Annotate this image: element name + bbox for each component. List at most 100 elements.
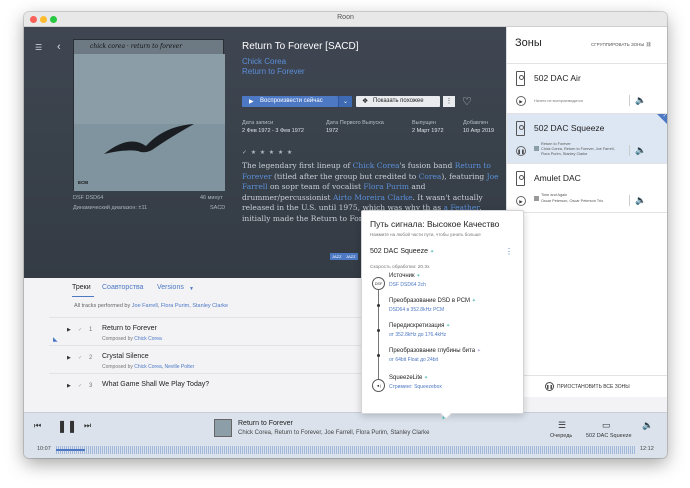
more-options-button[interactable]: ⋮ xyxy=(443,96,455,107)
track-name[interactable]: What Game Shall We Play Today? xyxy=(102,381,209,388)
play-icon[interactable]: ▶ xyxy=(516,196,526,206)
review-text: (titled after the group but credited to xyxy=(273,171,417,181)
active-tab-indicator xyxy=(72,296,94,297)
signal-zone-name: 502 DAC Squeeze xyxy=(370,248,428,255)
album-source: SACD xyxy=(210,205,226,211)
composer-link[interactable]: Chick Corea, Neville Potter xyxy=(134,364,194,370)
quality-star-icon: ✦ xyxy=(476,348,481,354)
review-link[interactable]: Chick Corea xyxy=(353,161,400,170)
similar-icon: ❖ xyxy=(362,98,369,105)
signal-step-value[interactable]: от 352.8kHz до 176.4kHz xyxy=(389,332,446,338)
title-bar: Roon xyxy=(24,12,667,27)
pause-icon[interactable]: ❚❚ xyxy=(57,419,77,433)
now-playing-cover[interactable] xyxy=(214,419,232,437)
performed-by-label: All tracks performed by xyxy=(74,303,131,309)
volume-icon[interactable]: 🔈 xyxy=(635,195,646,206)
genre-tag[interactable]: JAZZ xyxy=(344,253,358,260)
step-label: Передискретизация xyxy=(389,323,445,329)
link-icon: ⛓ xyxy=(645,42,652,47)
waveform-seekbar[interactable] xyxy=(56,446,636,454)
play-track-icon[interactable]: ▶ xyxy=(67,383,71,389)
added-label: Добавлен xyxy=(463,120,489,126)
total-time: 12:12 xyxy=(640,446,654,452)
pause-all-zones-button[interactable]: ❚❚ ПРИОСТАНОВИТЬ ВСЕ ЗОНЫ xyxy=(507,375,667,397)
tab-credits[interactable]: Соавторства xyxy=(102,284,144,291)
more-vertical-icon[interactable]: ⋮ xyxy=(505,247,513,256)
divider xyxy=(629,195,630,206)
pause-icon[interactable]: ❚❚ xyxy=(516,146,526,156)
composer-link[interactable]: Chick Corea xyxy=(134,336,162,342)
speaker-device-icon xyxy=(516,171,525,186)
track-name[interactable]: Return to Forever xyxy=(102,325,157,332)
dynamic-range: Динамический диапазон: ±11 xyxy=(73,205,148,211)
zone-502-dac-air[interactable]: 502 DAC Air ▶ Ничего не воспроизводится … xyxy=(507,63,667,113)
active-zone-label[interactable]: 502 DAC Squeeze xyxy=(586,433,632,439)
review-link[interactable]: Airto Moreira xyxy=(333,193,385,202)
quality-star-icon: ✦ xyxy=(446,323,451,329)
signal-step-name[interactable]: Передискретизация ✦ xyxy=(389,323,450,329)
review-link[interactable]: Flora Purim xyxy=(363,182,409,191)
step-label: Преобразование глубины бита xyxy=(389,348,476,354)
player-bar: ⏮ ❚❚ ⏭ Return to Forever Chick Corea, Re… xyxy=(24,412,667,458)
next-track-icon[interactable]: ⏭ xyxy=(84,421,91,431)
track-name[interactable]: Crystal Silence xyxy=(102,353,149,360)
show-similar-button[interactable]: ❖ Показать похожее xyxy=(356,96,440,107)
signal-step-name[interactable]: Преобразование глубины бита ✦ xyxy=(389,348,481,354)
review-text: 's fusion band xyxy=(399,161,453,170)
play-track-icon[interactable]: ▶ xyxy=(67,327,71,333)
zone-name: Amulet DAC xyxy=(534,173,581,183)
show-similar-label: Показать похожее xyxy=(373,98,424,104)
signal-step-value[interactable]: Стриминг: Squeezebox xyxy=(389,384,442,390)
signal-path-star-icon[interactable]: ✦ xyxy=(441,415,446,422)
tab-tracks[interactable]: Треки xyxy=(72,284,91,291)
play-track-icon[interactable]: ▶ xyxy=(67,355,71,361)
favorite-heart-icon[interactable]: ♡ xyxy=(462,95,472,108)
volume-icon[interactable]: 🔈 xyxy=(642,420,653,431)
recording-date-label: Дата записи xyxy=(242,120,274,126)
review-link[interactable]: Corea xyxy=(419,172,442,181)
added-value: 10 Апр 2019 xyxy=(463,128,495,134)
zone-502-dac-squeeze[interactable]: ✓ 502 DAC Squeeze ❚❚ Return to Forever C… xyxy=(507,113,667,163)
composer-label: Composed by xyxy=(102,336,133,342)
signal-line xyxy=(378,283,379,391)
performer-link[interactable]: Joe Farrell xyxy=(132,303,158,309)
review-text: team of vocalist xyxy=(300,182,362,191)
divider xyxy=(629,145,630,156)
play-options-dropdown[interactable]: ⌄ xyxy=(338,96,352,107)
performer-link[interactable]: Flora Purim xyxy=(161,303,189,309)
play-now-label: Воспроизвести сейчас xyxy=(260,98,323,104)
review-link[interactable]: Clarke xyxy=(387,193,412,202)
checkmark-icon: ✓ xyxy=(662,113,667,119)
zone-amulet-dac[interactable]: Amulet DAC ▶ Time and Again Oscar Peters… xyxy=(507,163,667,213)
volume-icon[interactable]: 🔈 xyxy=(635,95,646,106)
album-artist2-link[interactable]: Return to Forever xyxy=(242,67,305,76)
previous-track-icon[interactable]: ⏮ xyxy=(34,421,41,431)
signal-step-value[interactable]: от 64bit Float до 24bit xyxy=(389,357,438,363)
signal-step-name[interactable]: Источник ✦ xyxy=(389,273,421,279)
speaker-icon[interactable]: ▭ xyxy=(602,420,611,431)
album-cover[interactable]: chick corea · return to forever ECM xyxy=(73,39,225,191)
signal-step-name[interactable]: SqueezeLite ✦ xyxy=(389,375,428,381)
rating-stars[interactable]: ✓ ★ ★ ★ ★ ★ xyxy=(242,149,293,156)
signal-step-value[interactable]: DSF DSD64 2ch xyxy=(389,282,426,288)
play-icon[interactable]: ▶ xyxy=(516,96,526,106)
play-now-button[interactable]: ▶ Воспроизвести сейчас xyxy=(242,96,338,107)
queue-icon[interactable]: ☰ xyxy=(558,420,566,431)
album-artist-link[interactable]: Chick Corea xyxy=(242,57,286,66)
versions-caret-icon[interactable]: ▼ xyxy=(189,286,194,292)
genre-tag[interactable]: JAZZ xyxy=(330,253,344,260)
track-number: 1 xyxy=(89,327,93,333)
queue-label[interactable]: Очередь xyxy=(550,433,572,439)
volume-icon[interactable]: 🔈 xyxy=(635,145,646,156)
now-playing-artists: Chick Corea, Return to Forever, Joe Farr… xyxy=(238,430,430,436)
tab-versions[interactable]: Versions xyxy=(157,284,184,291)
zone-name: 502 DAC Air xyxy=(534,73,581,83)
signal-step-value[interactable]: DSD64 в 352.8kHz PCM xyxy=(389,307,444,313)
menu-icon[interactable]: ☰ xyxy=(35,44,42,52)
speaker-device-icon xyxy=(516,71,525,86)
now-playing-title[interactable]: Return to Forever xyxy=(238,420,293,427)
signal-step-name[interactable]: Преобразование DSD в PCM ✦ xyxy=(389,298,476,304)
group-zones-button[interactable]: СГРУППИРОВАТЬ ЗОНЫ ⛓ xyxy=(591,42,651,48)
back-icon[interactable]: ‹ xyxy=(57,42,61,53)
performer-link[interactable]: Stanley Clarke xyxy=(192,303,228,309)
